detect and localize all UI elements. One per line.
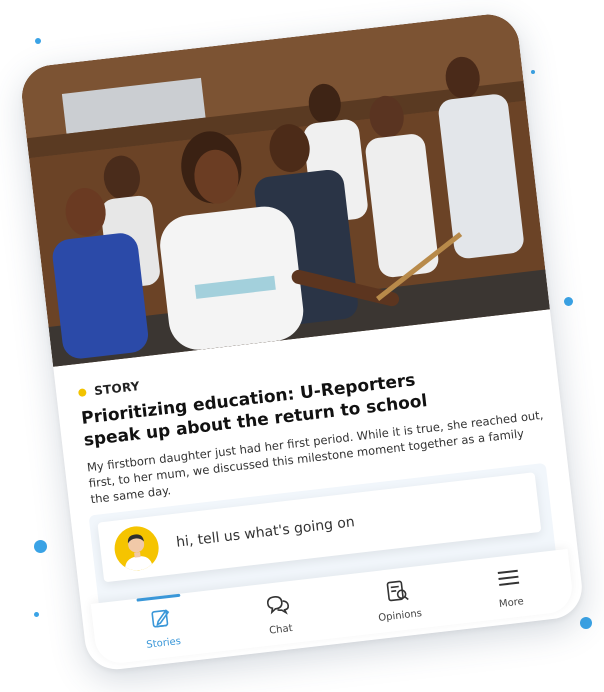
phone-mockup: STORY Prioritizing education: U-Reporter…	[18, 11, 586, 673]
decor-dot	[531, 70, 535, 74]
decor-dot	[34, 612, 39, 617]
tab-stories[interactable]: Stories	[111, 591, 213, 664]
decor-dot	[580, 617, 592, 629]
tab-chat[interactable]: Chat	[228, 577, 330, 650]
story-tag: STORY	[77, 378, 141, 400]
avatar	[112, 523, 162, 573]
story-photo[interactable]	[18, 11, 550, 367]
chat-prompt-text: hi, tell us what's going on	[175, 514, 356, 551]
tag-dot	[77, 388, 87, 398]
tab-opinions[interactable]: Opinions	[347, 563, 449, 636]
decor-dot	[564, 297, 573, 306]
tab-more[interactable]: More	[458, 550, 560, 623]
decor-dot	[35, 38, 41, 44]
decor-dot	[34, 540, 47, 553]
story-tag-label: STORY	[93, 378, 141, 399]
